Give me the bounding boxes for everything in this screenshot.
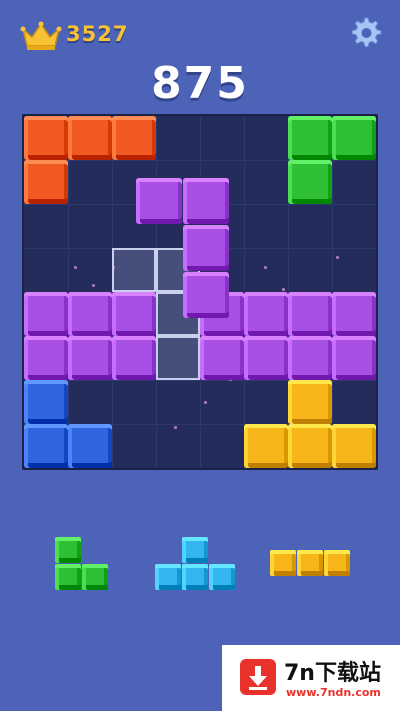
board-block-purple [288,292,332,336]
crown-icon [20,21,62,50]
sparkle [92,284,95,287]
game-board[interactable] [22,114,378,470]
board-block-purple [68,292,112,336]
watermark-url: www.7ndn.com [286,686,381,699]
sparkle [74,266,77,269]
watermark-title: 7n下载站 [284,661,381,686]
tray-block [155,564,181,590]
board-block-purple [112,336,156,380]
sparkle [336,256,339,259]
board-block-yellow [244,424,288,468]
tray-block [270,550,296,576]
board-block-yellow [332,424,376,468]
board-block-blue [24,424,68,468]
board-block-blue [68,424,112,468]
dragging-piece-block [183,272,229,318]
board-block-yellow [288,424,332,468]
placement-preview-cell[interactable] [112,248,156,292]
board-block-blue [24,380,68,424]
tray-block [297,550,323,576]
board-block-purple [332,292,376,336]
tray-block [182,564,208,590]
board-block-purple [200,336,244,380]
board-block-purple [332,336,376,380]
sparkle [174,426,177,429]
board-block-green [288,160,332,204]
dragging-piece-block [183,225,229,271]
placement-preview-cell[interactable] [156,336,200,380]
board-block-purple [288,336,332,380]
board-block-purple [244,292,288,336]
sparkle [204,401,207,404]
piece-tray [0,520,400,610]
board-block-purple [24,292,68,336]
current-score: 875 [151,58,249,109]
board-block-orange [24,160,68,204]
dragging-piece-block [183,178,229,224]
tray-block [324,550,350,576]
sparkle [282,288,285,291]
board-block-orange [68,116,112,160]
board-block-purple [244,336,288,380]
board-block-orange [24,116,68,160]
download-icon [240,659,276,695]
board-block-purple [24,336,68,380]
sparkle [264,266,267,269]
tray-block [55,564,81,590]
tray-block [55,537,81,563]
board-block-green [288,116,332,160]
best-score: 3527 [66,22,129,46]
tray-block [209,564,235,590]
gear-icon[interactable] [346,14,384,52]
tray-block [82,564,108,590]
board-block-green [332,116,376,160]
watermark: 7n下载站 www.7ndn.com [222,645,400,711]
board-block-orange [112,116,156,160]
tray-block [182,537,208,563]
board-block-purple [68,336,112,380]
board-block-purple [112,292,156,336]
board-block-yellow [288,380,332,424]
dragging-piece-block [136,178,182,224]
